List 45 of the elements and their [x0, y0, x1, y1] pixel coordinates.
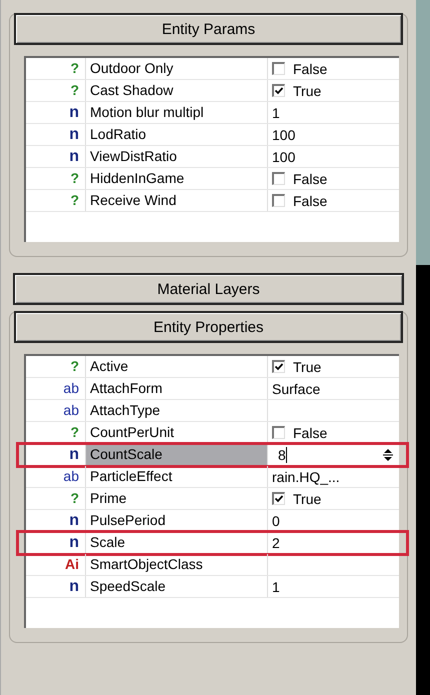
property-name[interactable]: AttachType: [86, 400, 268, 421]
checkbox[interactable]: [272, 360, 285, 373]
property-value: False: [293, 170, 328, 186]
section-header[interactable]: Material Layers: [13, 273, 404, 305]
property-name[interactable]: PulsePeriod: [86, 510, 268, 531]
property-name[interactable]: CountScale: [86, 444, 268, 465]
checkbox[interactable]: [272, 62, 285, 75]
property-value: True: [293, 490, 322, 506]
property-value: 2: [272, 534, 280, 550]
checkbox[interactable]: [272, 426, 285, 439]
property-value: 0: [272, 512, 280, 528]
property-value: False: [293, 424, 328, 440]
property-value: True: [293, 358, 322, 374]
property-name[interactable]: ParticleEffect: [86, 466, 268, 487]
section-header[interactable]: Entity Params: [14, 13, 403, 45]
checkbox[interactable]: [272, 194, 285, 207]
property-name[interactable]: Cast Shadow: [86, 80, 268, 101]
property-value: 100: [272, 148, 296, 164]
checkbox[interactable]: [272, 492, 285, 505]
property-name[interactable]: AttachForm: [86, 378, 268, 399]
property-name[interactable]: Prime: [86, 488, 268, 509]
property-name[interactable]: SpeedScale: [86, 576, 268, 597]
property-value: Surface: [272, 380, 320, 396]
property-name[interactable]: Outdoor Only: [86, 58, 268, 79]
property-name[interactable]: LodRatio: [86, 124, 268, 145]
property-value: False: [293, 192, 328, 208]
property-value: False: [293, 60, 328, 76]
property-value: True: [293, 82, 322, 98]
property-value: rain.HQ_...: [272, 468, 340, 484]
section-header[interactable]: Entity Properties: [14, 311, 403, 343]
property-value: 1: [272, 578, 280, 594]
number-input-field[interactable]: 8: [272, 446, 383, 464]
property-name[interactable]: HiddenInGame: [86, 168, 268, 189]
property-value: 1: [272, 104, 280, 120]
property-name[interactable]: ViewDistRatio: [86, 146, 268, 167]
property-name[interactable]: Scale: [86, 532, 268, 553]
property-name[interactable]: Motion blur multipl: [86, 102, 268, 123]
checkbox[interactable]: [272, 84, 285, 97]
property-name[interactable]: Receive Wind: [86, 190, 268, 211]
property-value: 100: [272, 126, 296, 142]
spinner-icon[interactable]: [383, 448, 393, 462]
property-name[interactable]: Active: [86, 356, 268, 377]
property-name[interactable]: SmartObjectClass: [86, 554, 268, 575]
property-name[interactable]: CountPerUnit: [86, 422, 268, 443]
checkbox[interactable]: [272, 172, 285, 185]
